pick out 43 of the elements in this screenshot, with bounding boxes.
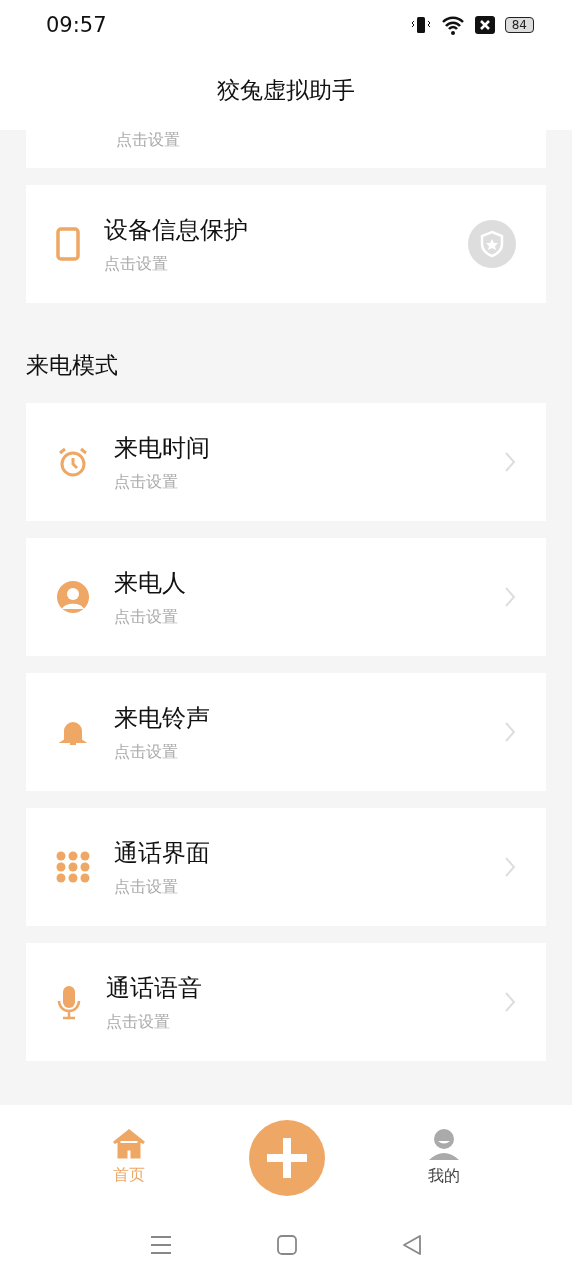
chevron-right-icon [504,991,516,1013]
item-title: 来电时间 [114,432,211,464]
settings-card[interactable]: 来电铃声 点击设置 [26,673,546,791]
item-title: 来电人 [114,567,187,599]
section-title: 来电模式 [25,351,119,380]
alarm-clock-icon [56,445,90,479]
item-subtitle: 点击设置 [114,606,179,628]
item-title: 通话语音 [106,972,203,1004]
chevron-right-icon [504,856,516,878]
phone-icon [56,227,80,261]
item-subtitle: 点击设置 [114,471,179,493]
microphone-icon [56,984,82,1020]
status-time: 09:57 [46,13,107,37]
item-subtitle: 点击设置 [116,130,180,151]
item-subtitle: 点击设置 [114,741,179,763]
item-subtitle: 点击设置 [114,876,179,898]
battery-indicator: 84 [504,17,534,33]
item-title: 来电铃声 [114,702,211,734]
settings-card[interactable]: 通话语音 点击设置 [26,943,546,1061]
home-icon [111,1129,146,1159]
item-title: 通话界面 [114,837,211,869]
settings-card[interactable]: 设备信息保护 点击设置 [26,185,546,303]
no-sim-icon [474,16,495,34]
item-title: 设备信息保护 [104,214,249,246]
back-icon[interactable] [402,1235,422,1255]
item-subtitle: 点击设置 [104,253,169,275]
wifi-icon [440,15,465,35]
chevron-right-icon [504,586,516,608]
home-square-icon[interactable] [277,1235,297,1255]
chevron-right-icon [504,451,516,473]
keypad-icon [56,850,90,884]
nav-tab[interactable]: 我的 [428,1128,461,1187]
person-icon [56,580,90,614]
item-subtitle: 点击设置 [106,1011,171,1033]
vibrate-icon [410,15,431,35]
plus-icon [267,1137,307,1178]
settings-card[interactable]: 来电人 点击设置 [26,538,546,656]
user-icon [428,1128,461,1160]
menu-icon[interactable] [150,1235,172,1255]
chevron-right-icon [504,721,516,743]
app-title: 狡兔虚拟助手 [217,75,355,105]
settings-card[interactable]: 通话界面 点击设置 [26,808,546,926]
settings-card[interactable]: 来电时间 点击设置 [26,403,546,521]
